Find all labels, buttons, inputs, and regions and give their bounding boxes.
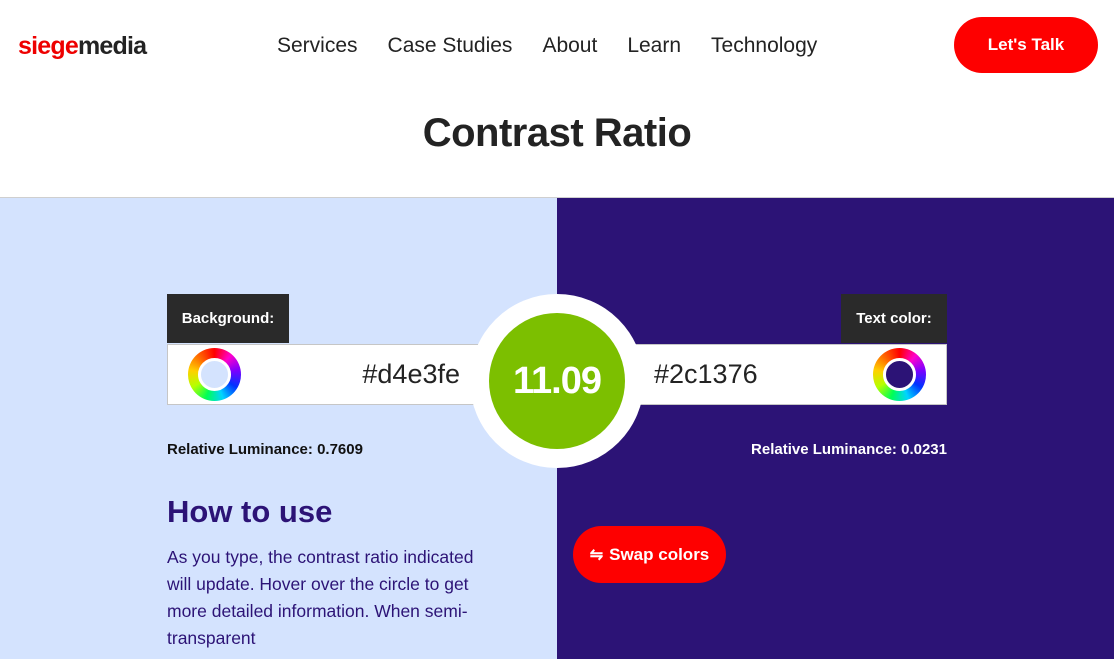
lets-talk-button[interactable]: Let's Talk [954,17,1098,73]
text-color-picker-icon[interactable] [873,348,926,401]
swap-arrows-icon: ⇋ [589,546,604,564]
background-color-swatch [198,358,231,391]
background-luminance-value: 0.7609 [317,441,363,458]
nav-item-services[interactable]: Services [262,30,373,62]
text-color-luminance: Relative Luminance: 0.0231 [751,440,947,460]
nav-item-about[interactable]: About [527,30,612,62]
contrast-ratio-ring: 11.09 [470,294,644,468]
background-color-input[interactable] [238,345,460,404]
text-color-label: Text color: [841,294,947,343]
background-luminance-label: Relative Luminance: [167,441,313,458]
logo-part-media: media [77,32,147,60]
text-color-input[interactable] [654,345,854,404]
swap-colors-label: Swap colors [609,544,710,564]
main-nav: Services Case Studies About Learn Techno… [262,30,832,62]
text-color-field [627,344,947,405]
nav-item-technology[interactable]: Technology [696,30,832,62]
background-color-picker-icon[interactable] [188,348,241,401]
contrast-ratio-circle[interactable]: 11.09 [489,313,625,449]
background-luminance: Relative Luminance: 0.7609 [167,440,363,460]
background-label: Background: [167,294,289,343]
text-color-panel [557,198,1114,659]
text-color-luminance-value: 0.0231 [901,441,947,458]
siegemedia-logo[interactable]: siegemedia [18,30,147,62]
text-color-swatch [883,358,916,391]
site-header: siegemedia Services Case Studies About L… [0,0,1114,92]
how-to-use-text: As you type, the contrast ratio indicate… [167,547,474,648]
swap-colors-button[interactable]: ⇋ Swap colors [573,526,726,583]
background-color-field [167,344,487,405]
how-to-use-heading: How to use [167,494,333,529]
logo-part-siege: siege [18,32,79,60]
page-title: Contrast Ratio [422,111,692,155]
nav-item-learn[interactable]: Learn [612,30,696,62]
text-color-luminance-label: Relative Luminance: [751,441,897,458]
nav-item-case-studies[interactable]: Case Studies [373,30,528,62]
